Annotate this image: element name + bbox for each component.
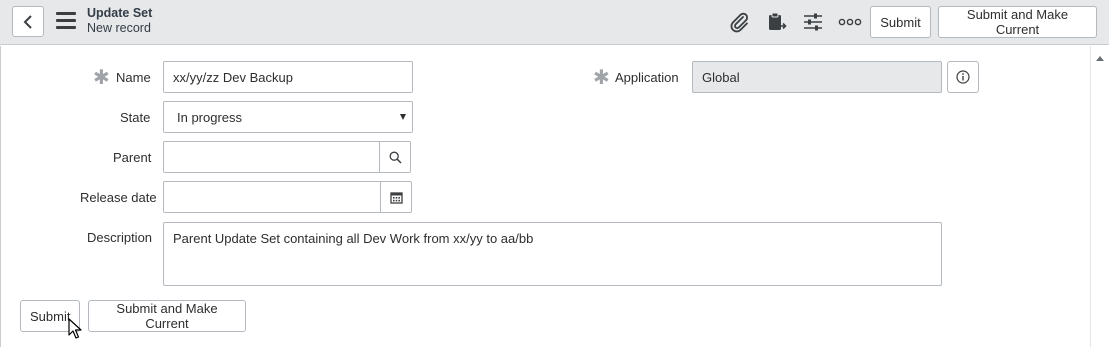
mouse-cursor-icon	[68, 318, 82, 339]
parent-field[interactable]	[163, 141, 380, 173]
form-header: Update Set New record Submit Submit and …	[0, 0, 1109, 45]
date-picker-button[interactable]	[380, 181, 412, 213]
name-field[interactable]: xx/yy/zz Dev Backup	[163, 61, 413, 93]
header-submit-button[interactable]: Submit	[870, 6, 931, 38]
search-icon	[389, 151, 402, 164]
clipboard-icon[interactable]	[764, 10, 788, 34]
header-submit-make-current-button[interactable]: Submit and Make Current	[938, 6, 1097, 38]
page-title: Update Set	[87, 6, 153, 20]
state-selected-value: In progress	[177, 110, 243, 125]
calendar-icon	[389, 191, 403, 204]
scroll-up-arrow-icon[interactable]	[1096, 56, 1104, 61]
scrollbar[interactable]	[1090, 46, 1109, 347]
name-label: Name	[116, 70, 151, 85]
back-icon	[23, 14, 32, 29]
required-asterisk-icon: ✱	[93, 67, 110, 89]
parent-label: Parent	[113, 150, 152, 165]
chevron-down-icon	[400, 114, 406, 120]
required-asterisk-icon: ✱	[593, 67, 610, 89]
back-button[interactable]	[12, 6, 44, 37]
parent-lookup-button[interactable]	[379, 141, 411, 173]
record-title-block: Update Set New record	[87, 6, 152, 36]
application-label: Application	[615, 70, 679, 85]
info-button[interactable]	[947, 61, 979, 93]
sliders-icon[interactable]	[801, 10, 825, 34]
menu-icon[interactable]	[56, 12, 76, 30]
state-select[interactable]: In progress	[163, 101, 413, 133]
footer-submit-make-current-button[interactable]: Submit and Make Current	[88, 300, 246, 332]
page-subtitle: New record	[87, 21, 151, 35]
state-label: State	[120, 110, 151, 125]
description-textarea[interactable]: Parent Update Set containing all Dev Wor…	[163, 222, 942, 286]
more-icon[interactable]	[838, 10, 862, 34]
application-field: Global	[692, 61, 942, 93]
paperclip-icon[interactable]	[727, 10, 751, 34]
info-icon	[956, 70, 970, 84]
release-date-field[interactable]	[163, 181, 381, 213]
release-date-label: Release date	[80, 190, 157, 205]
description-label: Description	[87, 230, 153, 245]
